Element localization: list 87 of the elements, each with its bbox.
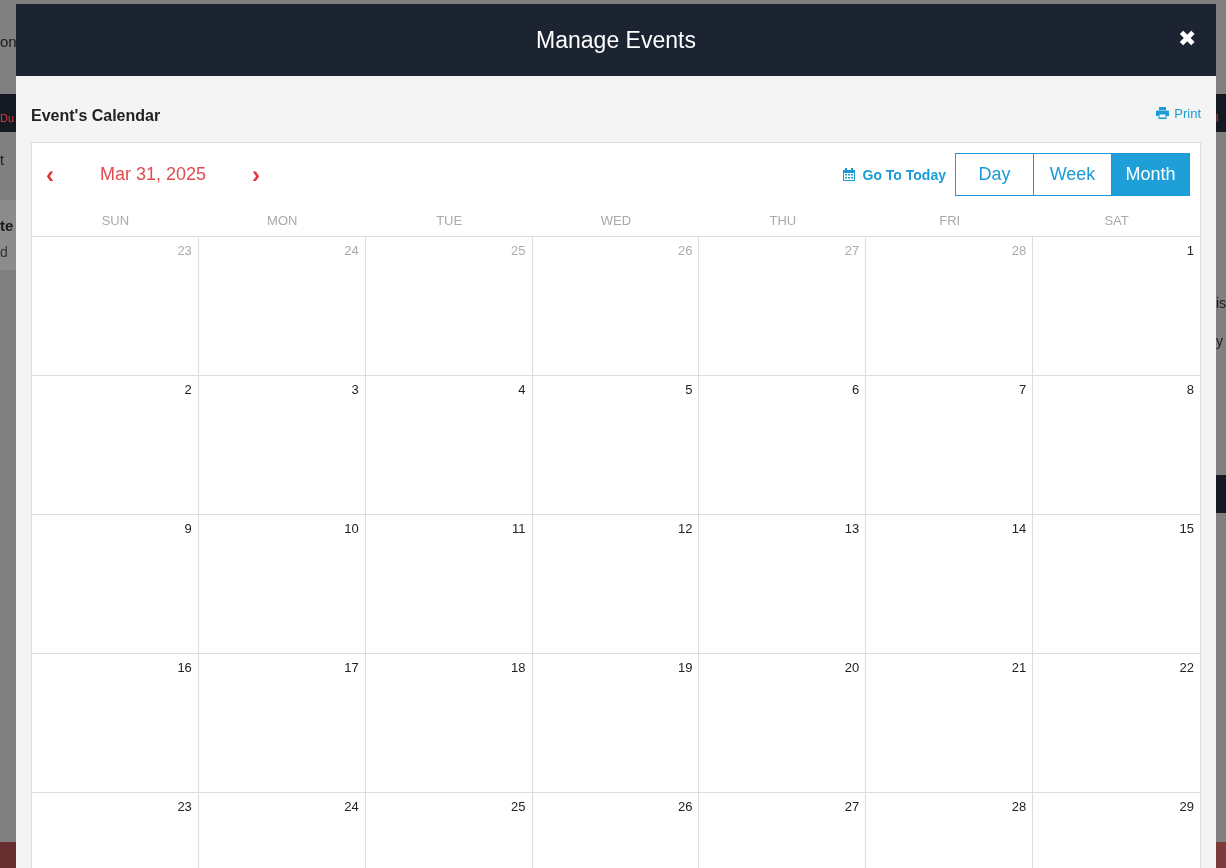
day-number: 8 bbox=[1186, 382, 1194, 397]
day-number: 26 bbox=[677, 799, 693, 814]
weekday-header: THU bbox=[768, 212, 798, 230]
day-number: 24 bbox=[344, 799, 359, 814]
day-number: 21 bbox=[1011, 660, 1027, 675]
day-number: 2 bbox=[184, 382, 192, 397]
background-text: y bbox=[1216, 332, 1223, 351]
day-number: 20 bbox=[844, 660, 860, 675]
weekday-header: SAT bbox=[1103, 212, 1130, 230]
day-number: 4 bbox=[518, 382, 526, 397]
day-number: 25 bbox=[511, 243, 526, 258]
day-number: 25 bbox=[511, 799, 526, 814]
weekday-header: WED bbox=[599, 212, 633, 230]
modal-title: Manage Events bbox=[536, 26, 696, 54]
weekday-header: FRI bbox=[938, 212, 962, 230]
background-text: on bbox=[0, 32, 17, 52]
day-number: 26 bbox=[677, 243, 693, 258]
background-text: Du bbox=[0, 111, 15, 126]
calendar-icon bbox=[842, 168, 855, 181]
background-text: is bbox=[1216, 294, 1226, 313]
day-number: 17 bbox=[344, 660, 359, 675]
day-cell[interactable]: 13 bbox=[699, 515, 867, 654]
day-cell[interactable]: 17 bbox=[198, 654, 366, 793]
day-cell[interactable]: 10 bbox=[198, 515, 366, 654]
day-cell[interactable]: 27 bbox=[699, 793, 867, 868]
day-number: 9 bbox=[184, 521, 192, 536]
day-number: 27 bbox=[844, 243, 860, 258]
day-cell[interactable]: 29 bbox=[1033, 793, 1200, 868]
day-number: 24 bbox=[344, 243, 359, 258]
day-number: 6 bbox=[852, 382, 860, 397]
day-cell[interactable]: 2 bbox=[32, 376, 199, 515]
day-number: 1 bbox=[1186, 243, 1194, 258]
printer-icon bbox=[1156, 107, 1170, 119]
day-number: 3 bbox=[351, 382, 359, 397]
day-number: 7 bbox=[1018, 382, 1027, 397]
day-number: 23 bbox=[177, 243, 192, 258]
close-button[interactable]: ✖ bbox=[1178, 26, 1196, 52]
day-cell[interactable]: 7 bbox=[866, 376, 1034, 515]
day-cell[interactable]: 20 bbox=[699, 654, 867, 793]
background-text: t bbox=[0, 151, 4, 170]
day-cell[interactable]: 19 bbox=[532, 654, 700, 793]
day-cell[interactable]: 21 bbox=[866, 654, 1034, 793]
weekday-header: SUN bbox=[100, 212, 131, 230]
day-number: 10 bbox=[344, 521, 359, 536]
day-cell[interactable]: 12 bbox=[532, 515, 700, 654]
day-cell[interactable]: 18 bbox=[365, 654, 533, 793]
day-cell[interactable]: 11 bbox=[365, 515, 533, 654]
day-number: 16 bbox=[177, 660, 192, 675]
day-cell[interactable]: 15 bbox=[1033, 515, 1200, 654]
day-number: 22 bbox=[1179, 660, 1194, 675]
day-cell[interactable]: 3 bbox=[198, 376, 366, 515]
day-number: 27 bbox=[844, 799, 860, 814]
day-cell[interactable]: 16 bbox=[32, 654, 199, 793]
day-number: 11 bbox=[512, 521, 526, 536]
previous-button[interactable]: ‹ bbox=[42, 160, 58, 189]
day-cell[interactable]: 24 bbox=[198, 793, 366, 868]
day-cell[interactable]: 22 bbox=[1033, 654, 1200, 793]
day-number: 13 bbox=[844, 521, 860, 536]
day-number: 14 bbox=[1011, 521, 1027, 536]
day-number: 18 bbox=[511, 660, 526, 675]
day-cell[interactable]: 1 bbox=[1033, 237, 1200, 376]
current-date: Mar 31, 2025 bbox=[98, 164, 208, 185]
day-cell[interactable]: 26 bbox=[532, 793, 700, 868]
day-number: 12 bbox=[677, 521, 693, 536]
section-title: Event's Calendar bbox=[31, 107, 161, 125]
day-cell[interactable]: 25 bbox=[365, 793, 533, 868]
background-text: d bbox=[0, 243, 8, 262]
weekday-header: TUE bbox=[435, 212, 464, 230]
background-text: te bbox=[0, 216, 14, 236]
day-cell[interactable]: 23 bbox=[32, 793, 199, 868]
day-number: 19 bbox=[677, 660, 693, 675]
day-number: 29 bbox=[1179, 799, 1194, 814]
day-cell[interactable]: 4 bbox=[365, 376, 533, 515]
day-cell[interactable]: 14 bbox=[866, 515, 1034, 654]
day-number: 23 bbox=[177, 799, 192, 814]
day-cell[interactable]: 8 bbox=[1033, 376, 1200, 515]
day-cell[interactable]: 28 bbox=[866, 793, 1034, 868]
day-number: 5 bbox=[685, 382, 693, 397]
background-text: l bbox=[1216, 111, 1219, 126]
weekday-header: MON bbox=[266, 212, 299, 230]
next-button[interactable]: › bbox=[248, 160, 264, 189]
day-cell[interactable]: 9 bbox=[32, 515, 199, 654]
day-cell[interactable]: 6 bbox=[699, 376, 867, 515]
day-number: 28 bbox=[1011, 243, 1027, 258]
day-number: 28 bbox=[1011, 799, 1027, 814]
day-cell[interactable]: 5 bbox=[532, 376, 700, 515]
day-number: 15 bbox=[1179, 521, 1194, 536]
